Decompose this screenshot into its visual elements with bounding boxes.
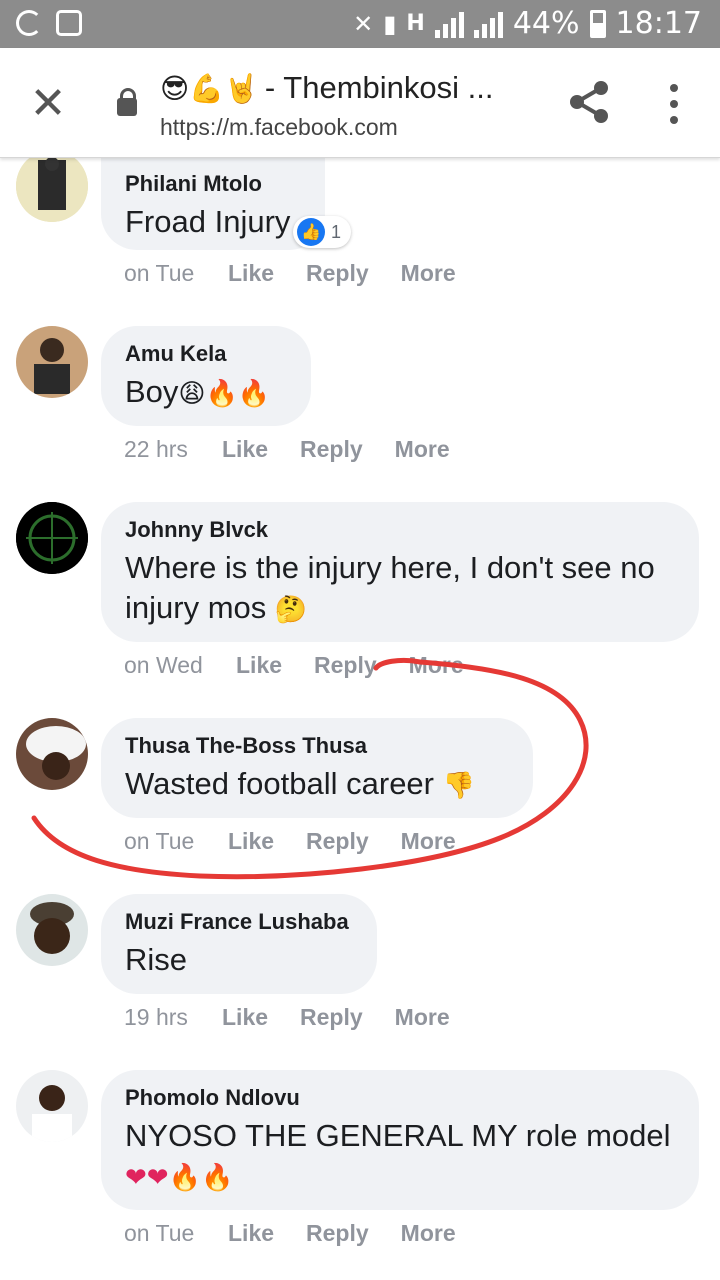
- comment-bubble[interactable]: Thusa The-Boss Thusa Wasted football car…: [101, 718, 533, 818]
- comment-actions: 22 hrs Like Reply More: [124, 436, 482, 463]
- comment-emojis: 🤔: [274, 595, 308, 625]
- comment-author[interactable]: Johnny Blvck: [125, 516, 675, 544]
- comment-actions: on Wed Like Reply More: [124, 652, 496, 679]
- comment-text-body: Boy: [125, 374, 179, 409]
- close-tab-button[interactable]: ✕: [28, 82, 68, 126]
- browser-toolbar: ✕ 😎💪🤘 - Thembinkosi ... https://m.facebo…: [0, 48, 720, 158]
- more-link[interactable]: More: [401, 828, 456, 855]
- page-title: 😎💪🤘 - Thembinkosi ...: [160, 70, 494, 106]
- menu-dot: [670, 116, 678, 124]
- signal-icon-2: [473, 10, 503, 38]
- comment-time[interactable]: on Tue: [124, 260, 228, 287]
- reply-link[interactable]: Reply: [306, 1220, 369, 1247]
- comment-text: Froad Injury: [125, 204, 291, 239]
- more-link[interactable]: More: [395, 436, 450, 463]
- battery-icon: [589, 9, 606, 38]
- avatar-image: [16, 150, 88, 222]
- reaction-badge[interactable]: 👍 1: [292, 216, 351, 248]
- comment-emojis: ❤❤🔥🔥: [125, 1163, 234, 1193]
- avatar[interactable]: [16, 1070, 88, 1142]
- comment-text: Rise: [125, 942, 188, 977]
- comment-bubble[interactable]: Amu Kela Boy😩🔥🔥: [101, 326, 311, 426]
- avatar-image: [16, 894, 88, 966]
- reply-link[interactable]: Reply: [306, 260, 369, 287]
- like-reaction-icon: 👍: [296, 218, 325, 246]
- like-link[interactable]: Like: [222, 1004, 268, 1031]
- network-type-label: H: [406, 11, 425, 36]
- avatar-image: [16, 326, 88, 398]
- comment-author[interactable]: Phomolo Ndlovu: [125, 1084, 675, 1112]
- comment-bubble[interactable]: Muzi France Lushaba Rise: [101, 894, 377, 994]
- comment-time[interactable]: on Tue: [124, 828, 228, 855]
- more-link[interactable]: More: [401, 260, 456, 287]
- title-emojis: 😎💪🤘: [160, 71, 259, 105]
- avatar-image: [16, 502, 88, 574]
- sync-icon: [16, 10, 42, 36]
- menu-dot: [670, 100, 678, 108]
- url-text[interactable]: https://m.facebook.com: [160, 114, 398, 141]
- lock-icon: [117, 88, 137, 116]
- avatar[interactable]: [16, 326, 88, 398]
- notification-icons: [16, 10, 82, 36]
- comment-actions: on Tue Like Reply More: [124, 828, 488, 855]
- comment-text-body: Where is the injury here, I don't see no…: [125, 550, 655, 625]
- mute-icon: ✕: [353, 9, 374, 38]
- reply-link[interactable]: Reply: [314, 652, 377, 679]
- comment-text: Where is the injury here, I don't see no…: [125, 548, 675, 630]
- comment-text-body: Wasted football career: [125, 766, 435, 801]
- system-indicators: ✕ ▮ H 44% 18:17: [353, 6, 702, 41]
- share-button[interactable]: [567, 78, 611, 126]
- comment-bubble[interactable]: Philani Mtolo Froad Injury 👍 1: [101, 150, 351, 250]
- comment-emojis: 👎: [442, 771, 476, 801]
- sim-icon: ▮: [383, 9, 397, 38]
- comment-text: NYOSO THE GENERAL MY role model ❤❤🔥🔥: [125, 1116, 675, 1198]
- comment-text: Boy😩🔥🔥: [125, 372, 287, 414]
- comment-emojis: 😩🔥🔥: [178, 379, 271, 409]
- page-title-text: - Thembinkosi ...: [264, 70, 494, 105]
- reaction-count: 1: [330, 221, 341, 242]
- clock: 18:17: [615, 6, 702, 41]
- battery-percent: 44%: [512, 6, 580, 41]
- like-link[interactable]: Like: [228, 1220, 274, 1247]
- avatar[interactable]: [16, 502, 88, 574]
- comment-time[interactable]: 22 hrs: [124, 436, 222, 463]
- comment-time[interactable]: 19 hrs: [124, 1004, 222, 1031]
- like-link[interactable]: Like: [228, 828, 274, 855]
- comment-author[interactable]: Muzi France Lushaba: [125, 908, 353, 936]
- menu-dot: [670, 84, 678, 92]
- like-link[interactable]: Like: [222, 436, 268, 463]
- comment-actions: on Tue Like Reply More: [124, 260, 488, 287]
- more-link[interactable]: More: [409, 652, 464, 679]
- like-link[interactable]: Like: [236, 652, 282, 679]
- comment-time[interactable]: on Tue: [124, 1220, 228, 1247]
- comment-bubble[interactable]: Phomolo Ndlovu NYOSO THE GENERAL MY role…: [101, 1070, 699, 1210]
- gallery-icon: [56, 10, 82, 36]
- comment-text-body: NYOSO THE GENERAL MY role model: [125, 1118, 671, 1153]
- avatar-image: [16, 718, 88, 790]
- more-link[interactable]: More: [395, 1004, 450, 1031]
- avatar[interactable]: [16, 718, 88, 790]
- share-icon: [570, 81, 608, 123]
- comment-bubble[interactable]: Johnny Blvck Where is the injury here, I…: [101, 502, 699, 642]
- avatar[interactable]: [16, 894, 88, 966]
- comment-text: Wasted football career 👎: [125, 764, 509, 806]
- avatar-image: [16, 1070, 88, 1142]
- reply-link[interactable]: Reply: [300, 1004, 363, 1031]
- reply-link[interactable]: Reply: [300, 436, 363, 463]
- like-link[interactable]: Like: [228, 260, 274, 287]
- comment-time[interactable]: on Wed: [124, 652, 236, 679]
- comment-author[interactable]: Amu Kela: [125, 340, 287, 368]
- reply-link[interactable]: Reply: [306, 828, 369, 855]
- comment-actions: 19 hrs Like Reply More: [124, 1004, 482, 1031]
- more-link[interactable]: More: [401, 1220, 456, 1247]
- comment-author[interactable]: Philani Mtolo: [125, 170, 301, 198]
- avatar[interactable]: [16, 150, 88, 222]
- comment-author[interactable]: Thusa The-Boss Thusa: [125, 732, 509, 760]
- status-bar: ✕ ▮ H 44% 18:17: [0, 0, 720, 48]
- overflow-menu-button[interactable]: [662, 84, 686, 124]
- comment-actions: on Tue Like Reply More: [124, 1220, 488, 1247]
- signal-icon: [434, 10, 464, 38]
